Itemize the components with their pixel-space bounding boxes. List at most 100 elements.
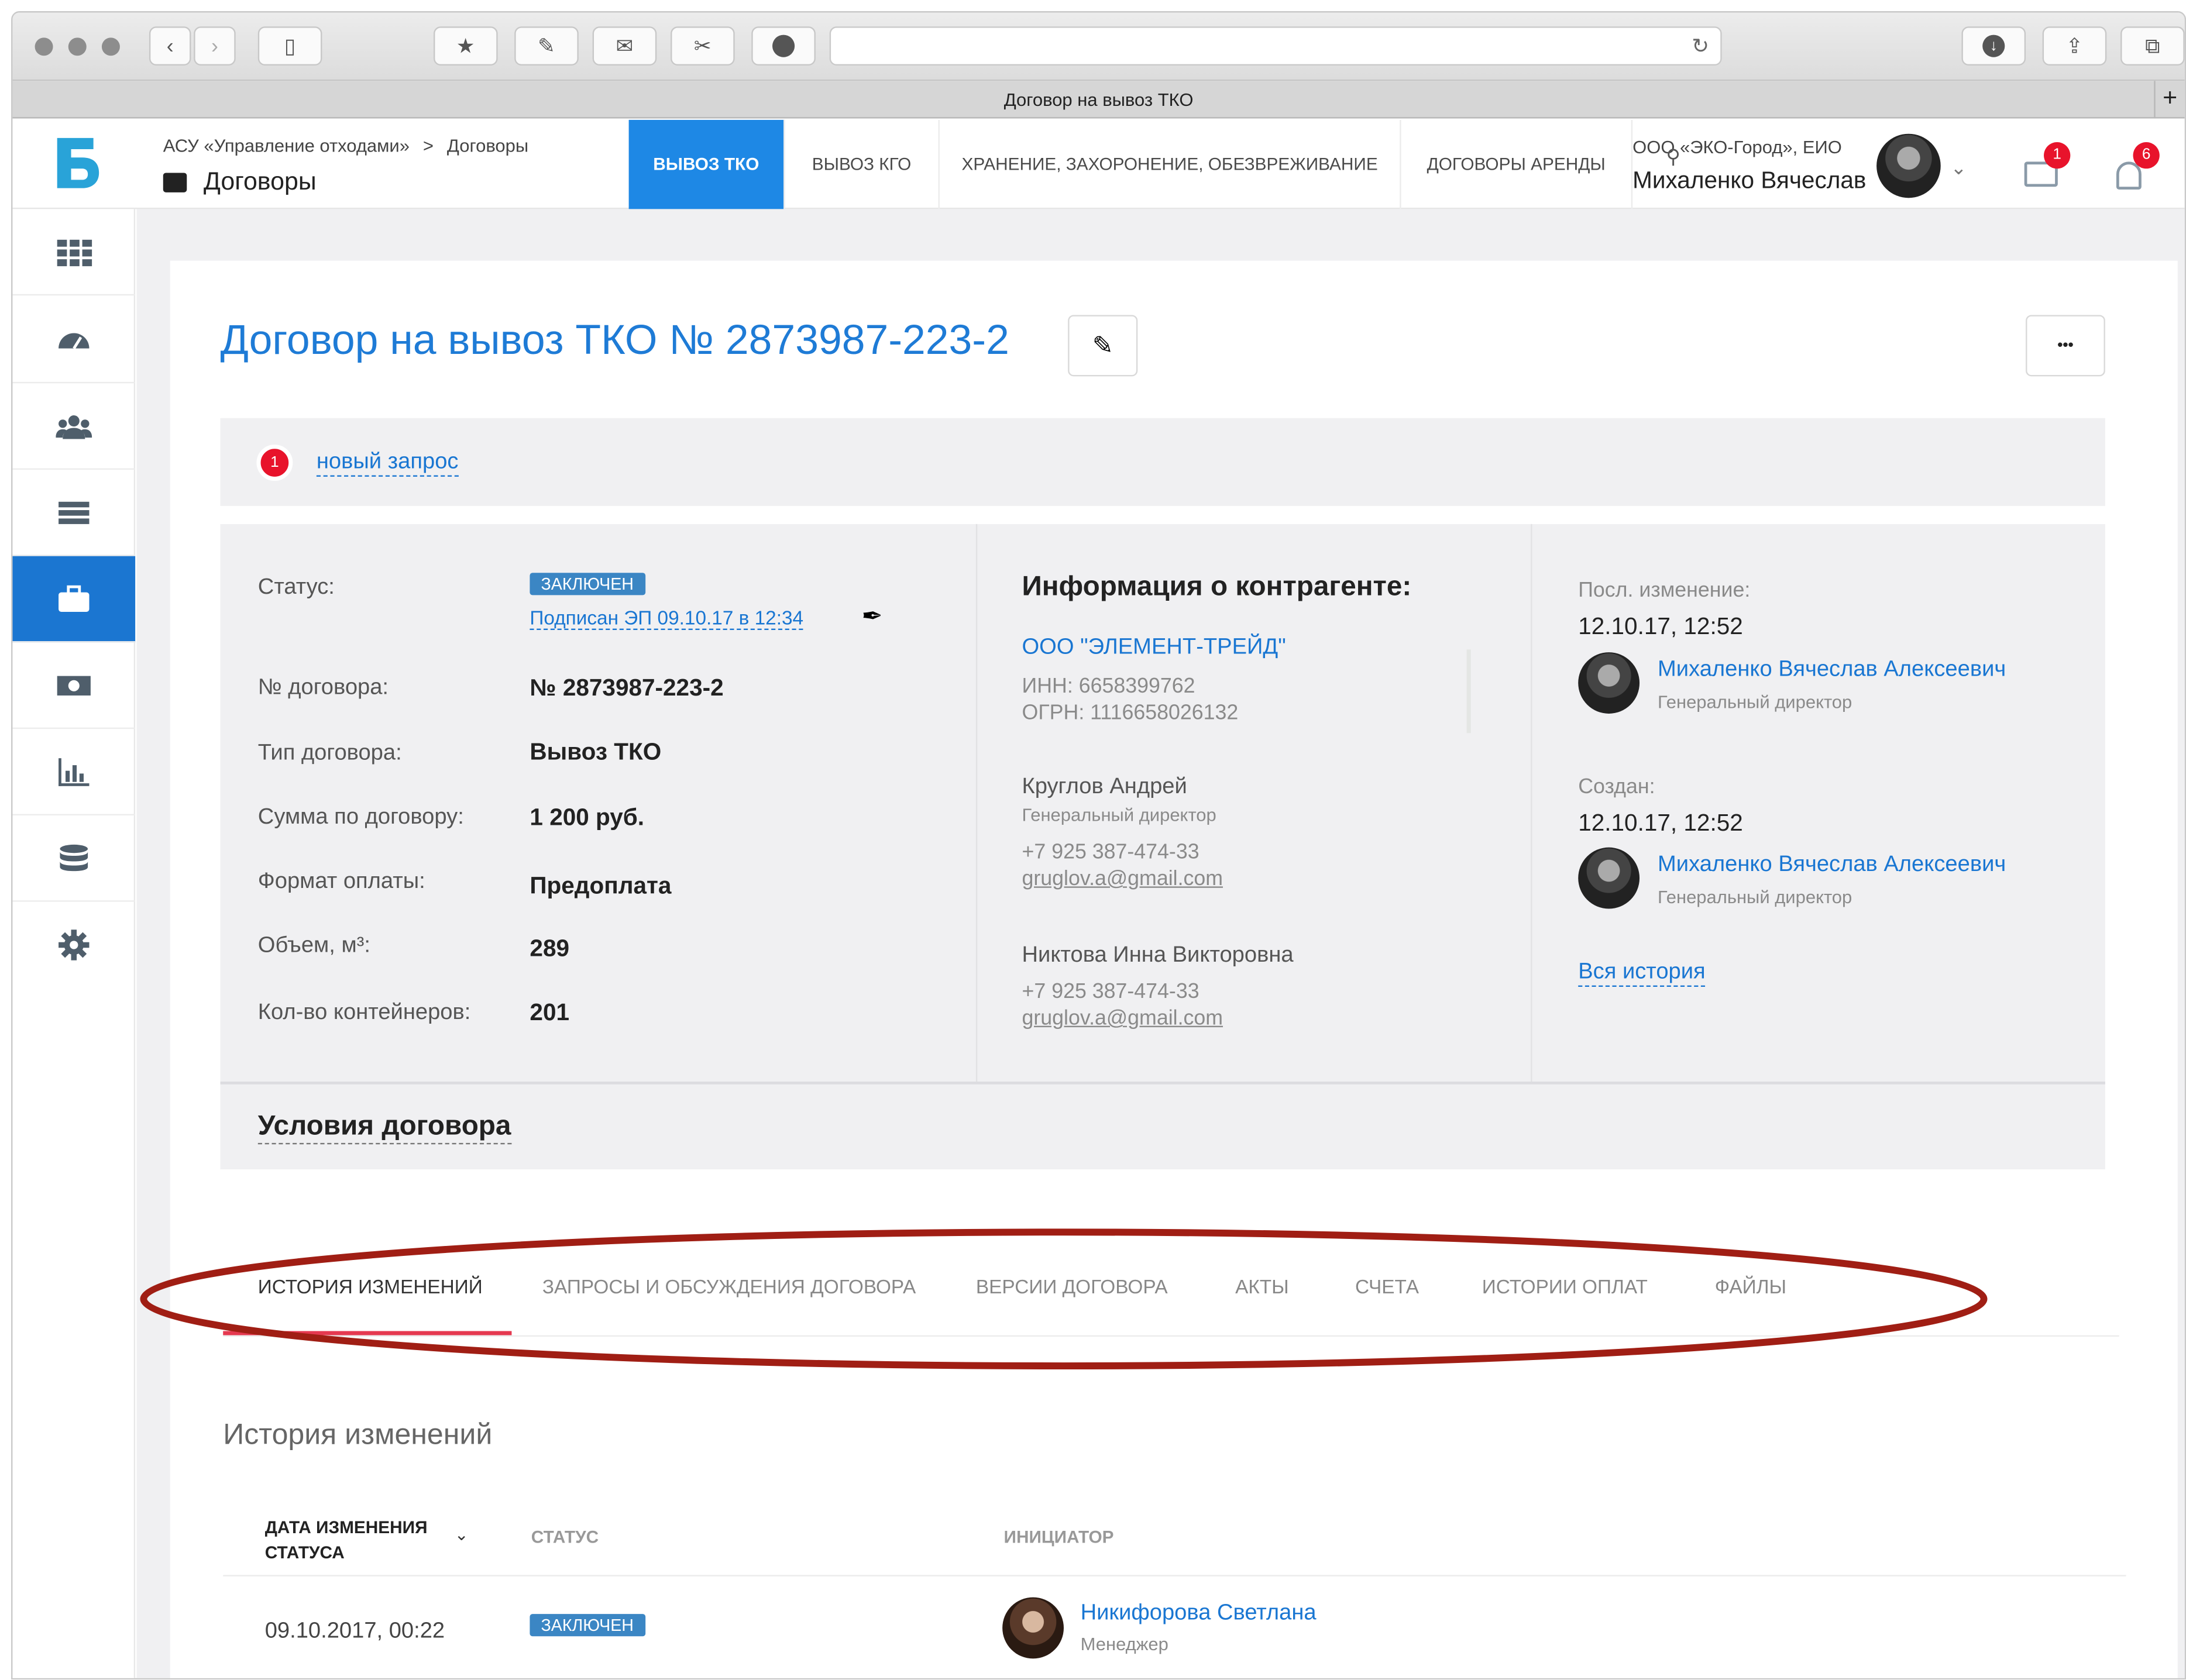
browser-tab[interactable]: Договор на вывоз ТКО + xyxy=(12,81,2185,119)
user-link[interactable]: Михаленко Вячеслав Алексеевич xyxy=(1658,658,2006,683)
mail-button[interactable]: ✉ xyxy=(592,26,657,66)
panel-divider xyxy=(220,1081,2105,1085)
history-title: История изменений xyxy=(223,1419,493,1451)
new-request-link[interactable]: новый запрос xyxy=(316,450,459,477)
back-button[interactable]: ‹ xyxy=(149,26,191,66)
avatar xyxy=(1578,847,1640,909)
reload-icon[interactable]: ↻ xyxy=(1692,33,1709,59)
row-date: 09.10.2017, 00:22 xyxy=(264,1619,445,1644)
notification-count-badge: 6 xyxy=(2133,142,2160,169)
field-label: № договора: xyxy=(257,676,389,700)
sidebar-item-database[interactable] xyxy=(12,815,136,902)
star-icon: ★ xyxy=(456,35,475,59)
logo-icon[interactable] xyxy=(54,135,102,191)
chevron-down-icon[interactable]: ⌄ xyxy=(1950,156,1967,180)
field-value: № 2873987-223-2 xyxy=(530,674,724,701)
user-name[interactable]: Михаленко Вячеслав xyxy=(1632,167,1866,195)
highlight-ellipse xyxy=(140,1228,1988,1370)
status-badge: ЗАКЛЮЧЕН xyxy=(530,573,645,595)
sidebar-icon: ▯ xyxy=(284,35,296,59)
new-tab-icon[interactable]: + xyxy=(2154,81,2184,119)
column-header-date[interactable]: ДАТА ИЗМЕНЕНИЯ СТАТУСА xyxy=(265,1515,428,1565)
nav-tab-label: ХРАНЕНИЕ, ЗАХОРОНЕНИЕ, ОБЕЗВРЕЖИВАНИЕ xyxy=(961,154,1378,174)
created-label: Создан: xyxy=(1578,774,1655,799)
sidebar-item-finance[interactable] xyxy=(12,642,136,729)
counterparty-ogrn: ОГРН: 1116658026132 xyxy=(1022,701,1239,725)
sidebar-item-home[interactable] xyxy=(12,209,136,296)
mail-count-badge: 1 xyxy=(2044,142,2071,169)
sort-chevron-icon[interactable]: ⌄ xyxy=(455,1525,469,1544)
field-label: Кол-во контейнеров: xyxy=(257,1000,471,1025)
initiator-link[interactable]: Никифорова Светлана xyxy=(1081,1602,1317,1627)
table-divider xyxy=(223,1575,2126,1576)
breadcrumb: АСУ «Управление отходами» > Договоры xyxy=(163,135,528,156)
search-icon[interactable]: ⚲ xyxy=(1666,145,1680,169)
signed-link[interactable]: Подписан ЭП 09.10.17 в 12:34 xyxy=(530,606,804,630)
status-label: Статус: xyxy=(257,576,335,600)
app-header: АСУ «Управление отходами» > Договоры Дог… xyxy=(12,119,2185,209)
avatar[interactable] xyxy=(1876,133,1941,198)
more-button[interactable]: ••• xyxy=(2026,315,2105,377)
envelope-icon: ✉ xyxy=(616,35,634,59)
clip-button[interactable]: ✂ xyxy=(671,26,735,66)
nav-tab-kgo[interactable]: ВЫВОЗ КГО xyxy=(785,119,940,209)
contact-phone: +7 925 387-474-33 xyxy=(1022,840,1199,865)
nav-tab-rent[interactable]: ДОГОВОРЫ АРЕНДЫ xyxy=(1401,119,1633,209)
user-role: Генеральный директор xyxy=(1658,691,1852,712)
counterparty-company-link[interactable]: ООО "ЭЛЕМЕНТ-ТРЕЙД" xyxy=(1022,636,1286,661)
edit-title-button[interactable]: ✎ xyxy=(1068,315,1138,377)
downloads-button[interactable]: ↓ xyxy=(1961,26,2026,66)
grammarly-button[interactable] xyxy=(751,26,816,66)
tab-title: Договор на вывоз ТКО xyxy=(1003,89,1194,111)
breadcrumb-item[interactable]: АСУ «Управление отходами» xyxy=(163,135,410,156)
initiator-role: Менеджер xyxy=(1080,1633,1168,1655)
scrollbar[interactable] xyxy=(1466,649,1471,734)
avatar xyxy=(1002,1597,1064,1659)
contact-phone: +7 925 387-474-33 xyxy=(1022,980,1199,1004)
edit-button[interactable]: ✎ xyxy=(514,26,579,66)
conditions-toggle[interactable]: Условия договора xyxy=(257,1111,511,1145)
nav-tab-tko[interactable]: ВЫВОЗ ТКО xyxy=(628,119,785,209)
contact-name: Никтова Инна Викторовна xyxy=(1022,944,1294,968)
user-link[interactable]: Михаленко Вячеслав Алексеевич xyxy=(1658,853,2006,878)
panel-divider xyxy=(975,524,978,1082)
contact-email-link[interactable]: gruglov.a@gmail.com xyxy=(1022,867,1223,891)
contact-role: Генеральный директор xyxy=(1022,804,1216,825)
tabs-icon: ⧉ xyxy=(2145,34,2160,58)
share-button[interactable]: ⇪ xyxy=(2042,26,2107,66)
bookmark-button[interactable]: ★ xyxy=(434,26,498,66)
section-title-text: Договоры xyxy=(203,167,317,195)
chart-icon xyxy=(59,757,90,786)
sidebar-item-dashboard[interactable] xyxy=(12,297,136,384)
scissors-icon: ✂ xyxy=(693,35,712,59)
nav-tab-storage[interactable]: ХРАНЕНИЕ, ЗАХОРОНЕНИЕ, ОБЕЗВРЕЖИВАНИЕ xyxy=(940,119,1401,209)
section-title: Договоры xyxy=(163,167,317,197)
nav-tab-label: ДОГОВОРЫ АРЕНДЫ xyxy=(1427,154,1606,174)
breadcrumb-item[interactable]: Договоры xyxy=(447,135,528,156)
contact-email-link[interactable]: gruglov.a@gmail.com xyxy=(1022,1006,1223,1030)
column-header-status[interactable]: СТАТУС xyxy=(531,1527,599,1547)
minimize-window-button[interactable] xyxy=(68,37,87,56)
sidebar-toggle-button[interactable]: ▯ xyxy=(257,26,322,66)
browser-toolbar: ‹ › ▯ ★ ✎ ✉ ✂ ↻ ↓ ⇪ ⧉ xyxy=(12,12,2185,81)
sidebar-item-settings[interactable] xyxy=(12,902,135,989)
address-bar[interactable]: ↻ xyxy=(829,26,1722,66)
signature-pen-icon[interactable]: ✒ xyxy=(862,602,883,631)
column-header-text: ДАТА ИЗМЕНЕНИЯ xyxy=(264,1517,428,1538)
tabs-button[interactable]: ⧉ xyxy=(2120,26,2185,66)
forward-button[interactable]: › xyxy=(194,26,236,66)
nav-tab-label: ВЫВОЗ КГО xyxy=(812,154,912,174)
sidebar-item-contracts[interactable] xyxy=(12,556,136,643)
users-icon xyxy=(56,414,92,439)
close-window-button[interactable] xyxy=(35,37,53,56)
sidebar-item-list[interactable] xyxy=(12,470,136,556)
sidebar-item-reports[interactable] xyxy=(12,729,136,815)
chevron-left-icon: ‹ xyxy=(166,34,174,58)
breadcrumb-separator: > xyxy=(422,135,434,156)
zoom-window-button[interactable] xyxy=(101,37,120,56)
chevron-right-icon: › xyxy=(211,34,218,58)
column-header-initiator[interactable]: ИНИЦИАТОР xyxy=(1004,1527,1114,1547)
all-history-link[interactable]: Вся история xyxy=(1578,961,1706,987)
user-role: Генеральный директор xyxy=(1658,886,1852,908)
sidebar-item-users[interactable] xyxy=(12,383,136,470)
